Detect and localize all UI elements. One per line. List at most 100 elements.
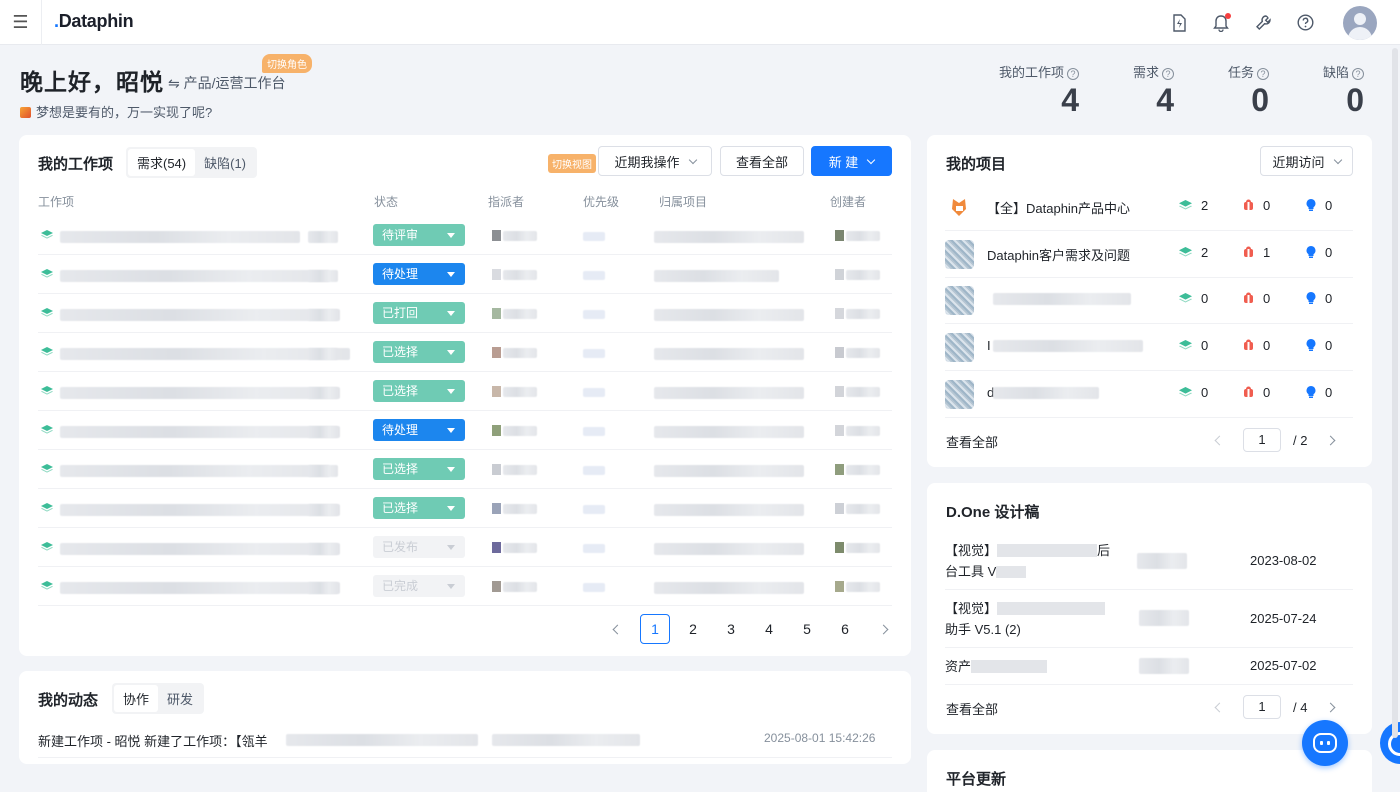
prev-page-icon[interactable] [1214, 435, 1225, 445]
tab-bugs[interactable]: 缺陷(1) [195, 149, 255, 176]
designs-view-all-link[interactable]: 查看全部 [946, 699, 998, 718]
project-item[interactable]: Dataphin客户需求及问题 2 1 0 [945, 231, 1353, 278]
scrollbar[interactable] [1392, 48, 1398, 738]
chevron-down-icon [688, 155, 697, 164]
next-page-button[interactable] [868, 614, 898, 644]
table-row[interactable]: 已选择 [38, 489, 892, 528]
new-button[interactable]: 新 建 [811, 146, 892, 176]
user-avatar[interactable] [1343, 5, 1377, 40]
count-value: 2 [1201, 244, 1209, 260]
project-name: I [987, 338, 991, 354]
tab-requirements[interactable]: 需求(54) [128, 149, 196, 176]
lightbulb-icon [1306, 199, 1316, 211]
design-item[interactable]: 资产 2025-07-02 [945, 648, 1353, 685]
blurred-content [503, 504, 537, 514]
blurred-avatar [492, 269, 501, 280]
menu-icon[interactable]: ☰ [0, 0, 42, 45]
blurred-priority [583, 466, 605, 475]
help-icon[interactable] [1295, 13, 1315, 33]
assistant-bot-button[interactable] [1302, 720, 1348, 766]
caret-down-icon [447, 311, 455, 316]
status-select[interactable]: 已选择 [373, 380, 465, 402]
help-icon: ? [1067, 68, 1079, 80]
design-item[interactable]: 【视觉】 后台工具 V 2023-08-02 [945, 531, 1353, 590]
stat-requirements[interactable]: 需求? 4 [1079, 62, 1174, 117]
view-all-button[interactable]: 查看全部 [720, 146, 804, 176]
status-select[interactable]: 已选择 [373, 341, 465, 363]
bell-icon[interactable] [1211, 12, 1231, 33]
table-row[interactable]: 待评审 [38, 216, 892, 255]
status-select[interactable]: 待处理 [373, 419, 465, 441]
table-row[interactable]: 已打回 [38, 294, 892, 333]
status-select[interactable]: 已选择 [373, 458, 465, 480]
status-select[interactable]: 已完成 [373, 575, 465, 597]
page-5[interactable]: 5 [792, 614, 822, 644]
help-icon: ? [1352, 68, 1364, 80]
status-select[interactable]: 待评审 [373, 224, 465, 246]
project-item[interactable]: I 0 0 0 [945, 324, 1353, 372]
activity-tabs: 协作 研发 [112, 683, 205, 714]
projects-view-all-link[interactable]: 查看全部 [946, 432, 998, 451]
design-item[interactable]: 【视觉】 助手 V5.1 (2) 2025-07-24 [945, 590, 1353, 648]
blurred-content [993, 340, 1143, 353]
status-select[interactable]: 已打回 [373, 302, 465, 324]
status-select[interactable]: 已选择 [373, 497, 465, 519]
notification-dot [1225, 12, 1231, 19]
wrench-icon[interactable] [1253, 13, 1273, 33]
app-logo[interactable]: .Dataphin [54, 11, 134, 32]
next-page-icon[interactable] [1326, 702, 1336, 712]
table-row[interactable]: 已完成 [38, 567, 892, 606]
page-2[interactable]: 2 [678, 614, 708, 644]
requirement-count: 2 [1179, 198, 1208, 214]
blurred-content [503, 426, 537, 436]
page-6[interactable]: 6 [830, 614, 860, 644]
blurred-avatar [835, 464, 844, 475]
lightning-doc-icon[interactable] [1169, 13, 1189, 33]
table-row[interactable]: 已选择 [38, 450, 892, 489]
page-1[interactable]: 1 [640, 614, 670, 644]
project-item[interactable]: 0 0 0 [945, 277, 1353, 325]
caret-down-icon [447, 506, 455, 511]
blurred-avatar [492, 386, 501, 397]
stat-tasks[interactable]: 任务? 0 [1174, 62, 1269, 117]
blurred-content [60, 309, 340, 321]
tab-development[interactable]: 研发 [158, 685, 202, 712]
recent-filter-select[interactable]: 近期我操作 [598, 146, 712, 176]
bug-count: 0 [1243, 385, 1270, 401]
caret-down-icon [447, 467, 455, 472]
blurred-content [503, 543, 537, 553]
project-item[interactable]: 【全】Dataphin产品中心 2 0 0 [945, 184, 1353, 231]
count-value: 0 [1325, 198, 1333, 213]
prev-page-button[interactable] [602, 614, 632, 644]
workitems-title: 我的工作项 [38, 156, 114, 173]
project-item[interactable]: d000 [945, 371, 1353, 418]
prev-page-icon[interactable] [1214, 702, 1225, 712]
page-input[interactable]: 1 [1243, 695, 1281, 719]
stat-label: 需求 [1132, 65, 1159, 80]
workspace-switch[interactable]: ⇋ 产品/运营工作台 [168, 73, 286, 93]
robot-eye [1320, 741, 1323, 745]
blurred-content [846, 231, 880, 241]
next-page-icon[interactable] [1326, 435, 1336, 445]
switch-role-badge[interactable]: 切换角色 [262, 54, 312, 73]
table-row[interactable]: 已选择 [38, 333, 892, 372]
switch-view-badge[interactable]: 切换视图 [548, 154, 596, 173]
table-row[interactable]: 待处理 [38, 411, 892, 450]
status-select[interactable]: 待处理 [373, 263, 465, 285]
activity-item-text[interactable]: 新建工作项 - 昭悦 新建了工作项：【瓴羊 [38, 731, 268, 750]
help-icon: ? [1162, 68, 1174, 80]
tab-collaboration[interactable]: 协作 [114, 685, 159, 712]
status-select[interactable]: 已发布 [373, 536, 465, 558]
project-thumbnail [945, 239, 974, 269]
project-filter-select[interactable]: 近期访问 [1260, 146, 1353, 176]
blurred-content [846, 426, 880, 436]
stat-workitems[interactable]: 我的工作项? 4 [984, 62, 1079, 117]
table-row[interactable]: 已选择 [38, 372, 892, 411]
chevron-right-icon [878, 624, 888, 634]
stat-bugs[interactable]: 缺陷? 0 [1269, 62, 1364, 117]
page-4[interactable]: 4 [754, 614, 784, 644]
page-input[interactable]: 1 [1243, 428, 1281, 452]
table-row[interactable]: 待处理 [38, 255, 892, 294]
table-row[interactable]: 已发布 [38, 528, 892, 567]
page-3[interactable]: 3 [716, 614, 746, 644]
